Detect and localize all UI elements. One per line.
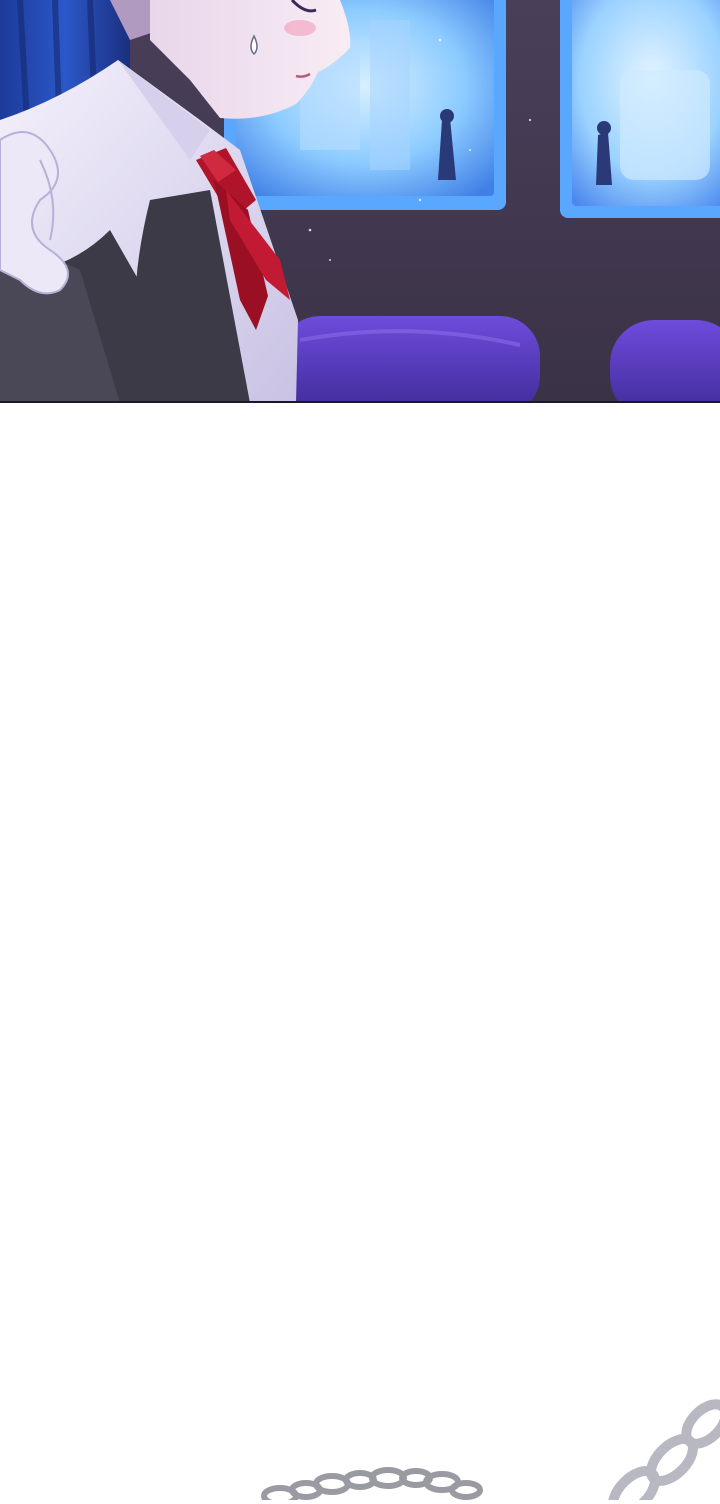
- window-right: [560, 0, 720, 218]
- sofa-right: [610, 320, 720, 403]
- chain-icon: [261, 1399, 720, 1504]
- chain-decoration: [0, 1380, 720, 1504]
- white-gutter: [0, 404, 720, 1500]
- panel-illustration: [0, 0, 720, 403]
- sofa-left: [280, 316, 540, 403]
- panel-border: [0, 401, 720, 403]
- comic-panel: [0, 0, 720, 403]
